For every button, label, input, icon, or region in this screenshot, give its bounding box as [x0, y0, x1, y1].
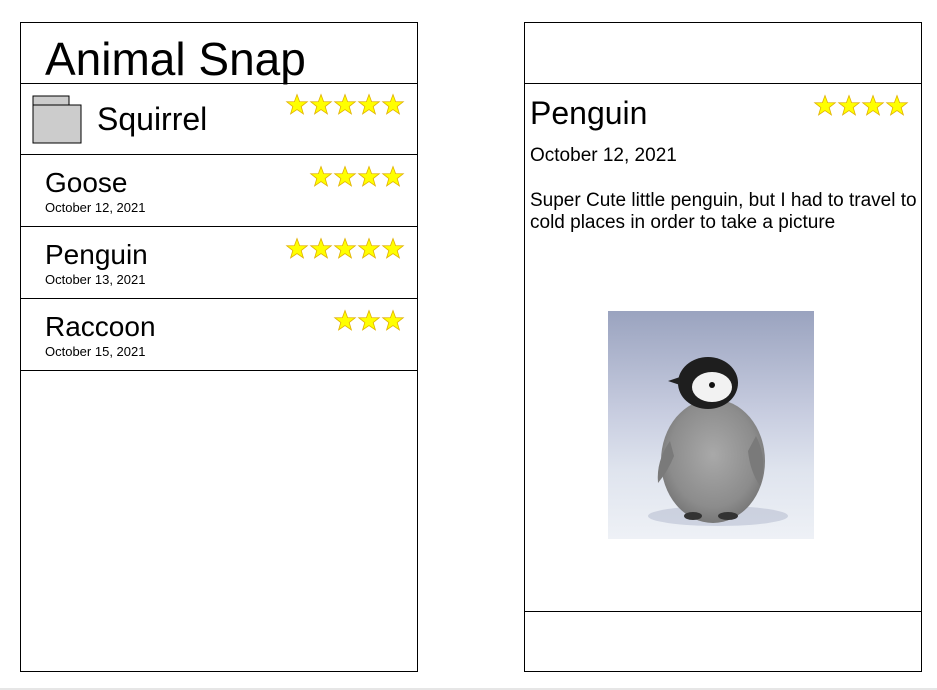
list-item-date: October 12, 2021 — [45, 200, 146, 215]
detail-description: Super Cute little penguin, but I had to … — [530, 190, 917, 233]
list-item-name: Squirrel — [97, 101, 208, 137]
star-icon — [357, 309, 381, 331]
star-icon — [309, 93, 333, 115]
star-icon — [309, 237, 333, 259]
animal-list-panel: Animal Snap Squirrel Goose October 12, 2… — [20, 22, 418, 672]
detail-star-rating — [813, 94, 909, 118]
star-icon — [381, 309, 405, 331]
list-item-name: Raccoon — [45, 311, 156, 342]
thumbnail-placeholder-icon — [32, 95, 82, 144]
star-icon — [357, 165, 381, 187]
star-icon — [813, 94, 837, 116]
star-icon — [285, 237, 309, 259]
star-icon — [357, 93, 381, 115]
star-rating — [333, 309, 405, 333]
penguin-photo — [608, 311, 814, 539]
detail-header-divider — [525, 83, 921, 84]
star-icon — [309, 165, 333, 187]
star-icon — [333, 93, 357, 115]
star-icon — [837, 94, 861, 116]
star-icon — [381, 165, 405, 187]
list-item-date: October 15, 2021 — [45, 344, 146, 359]
list-item-date: October 13, 2021 — [45, 272, 146, 287]
star-icon — [333, 309, 357, 331]
star-icon — [381, 93, 405, 115]
star-icon — [285, 93, 309, 115]
list-item-goose[interactable]: Goose October 12, 2021 — [21, 155, 417, 227]
star-icon — [885, 94, 909, 116]
star-icon — [333, 165, 357, 187]
star-rating — [285, 237, 405, 261]
app-title: Animal Snap — [45, 33, 306, 85]
star-icon — [357, 237, 381, 259]
star-rating — [309, 165, 405, 189]
list-item-raccoon[interactable]: Raccoon October 15, 2021 — [21, 299, 417, 371]
star-rating — [285, 93, 405, 117]
list-item-name: Goose — [45, 167, 128, 198]
detail-date: October 12, 2021 — [530, 145, 677, 166]
detail-panel: Penguin October 12, 2021 Super Cute litt… — [524, 22, 922, 672]
list-item-penguin[interactable]: Penguin October 13, 2021 — [21, 227, 417, 299]
list-item-name: Penguin — [45, 239, 148, 270]
star-icon — [333, 237, 357, 259]
detail-title: Penguin — [530, 95, 648, 131]
detail-footer-divider — [525, 611, 921, 612]
star-icon — [381, 237, 405, 259]
list-item-squirrel[interactable]: Squirrel — [21, 83, 417, 155]
star-icon — [861, 94, 885, 116]
